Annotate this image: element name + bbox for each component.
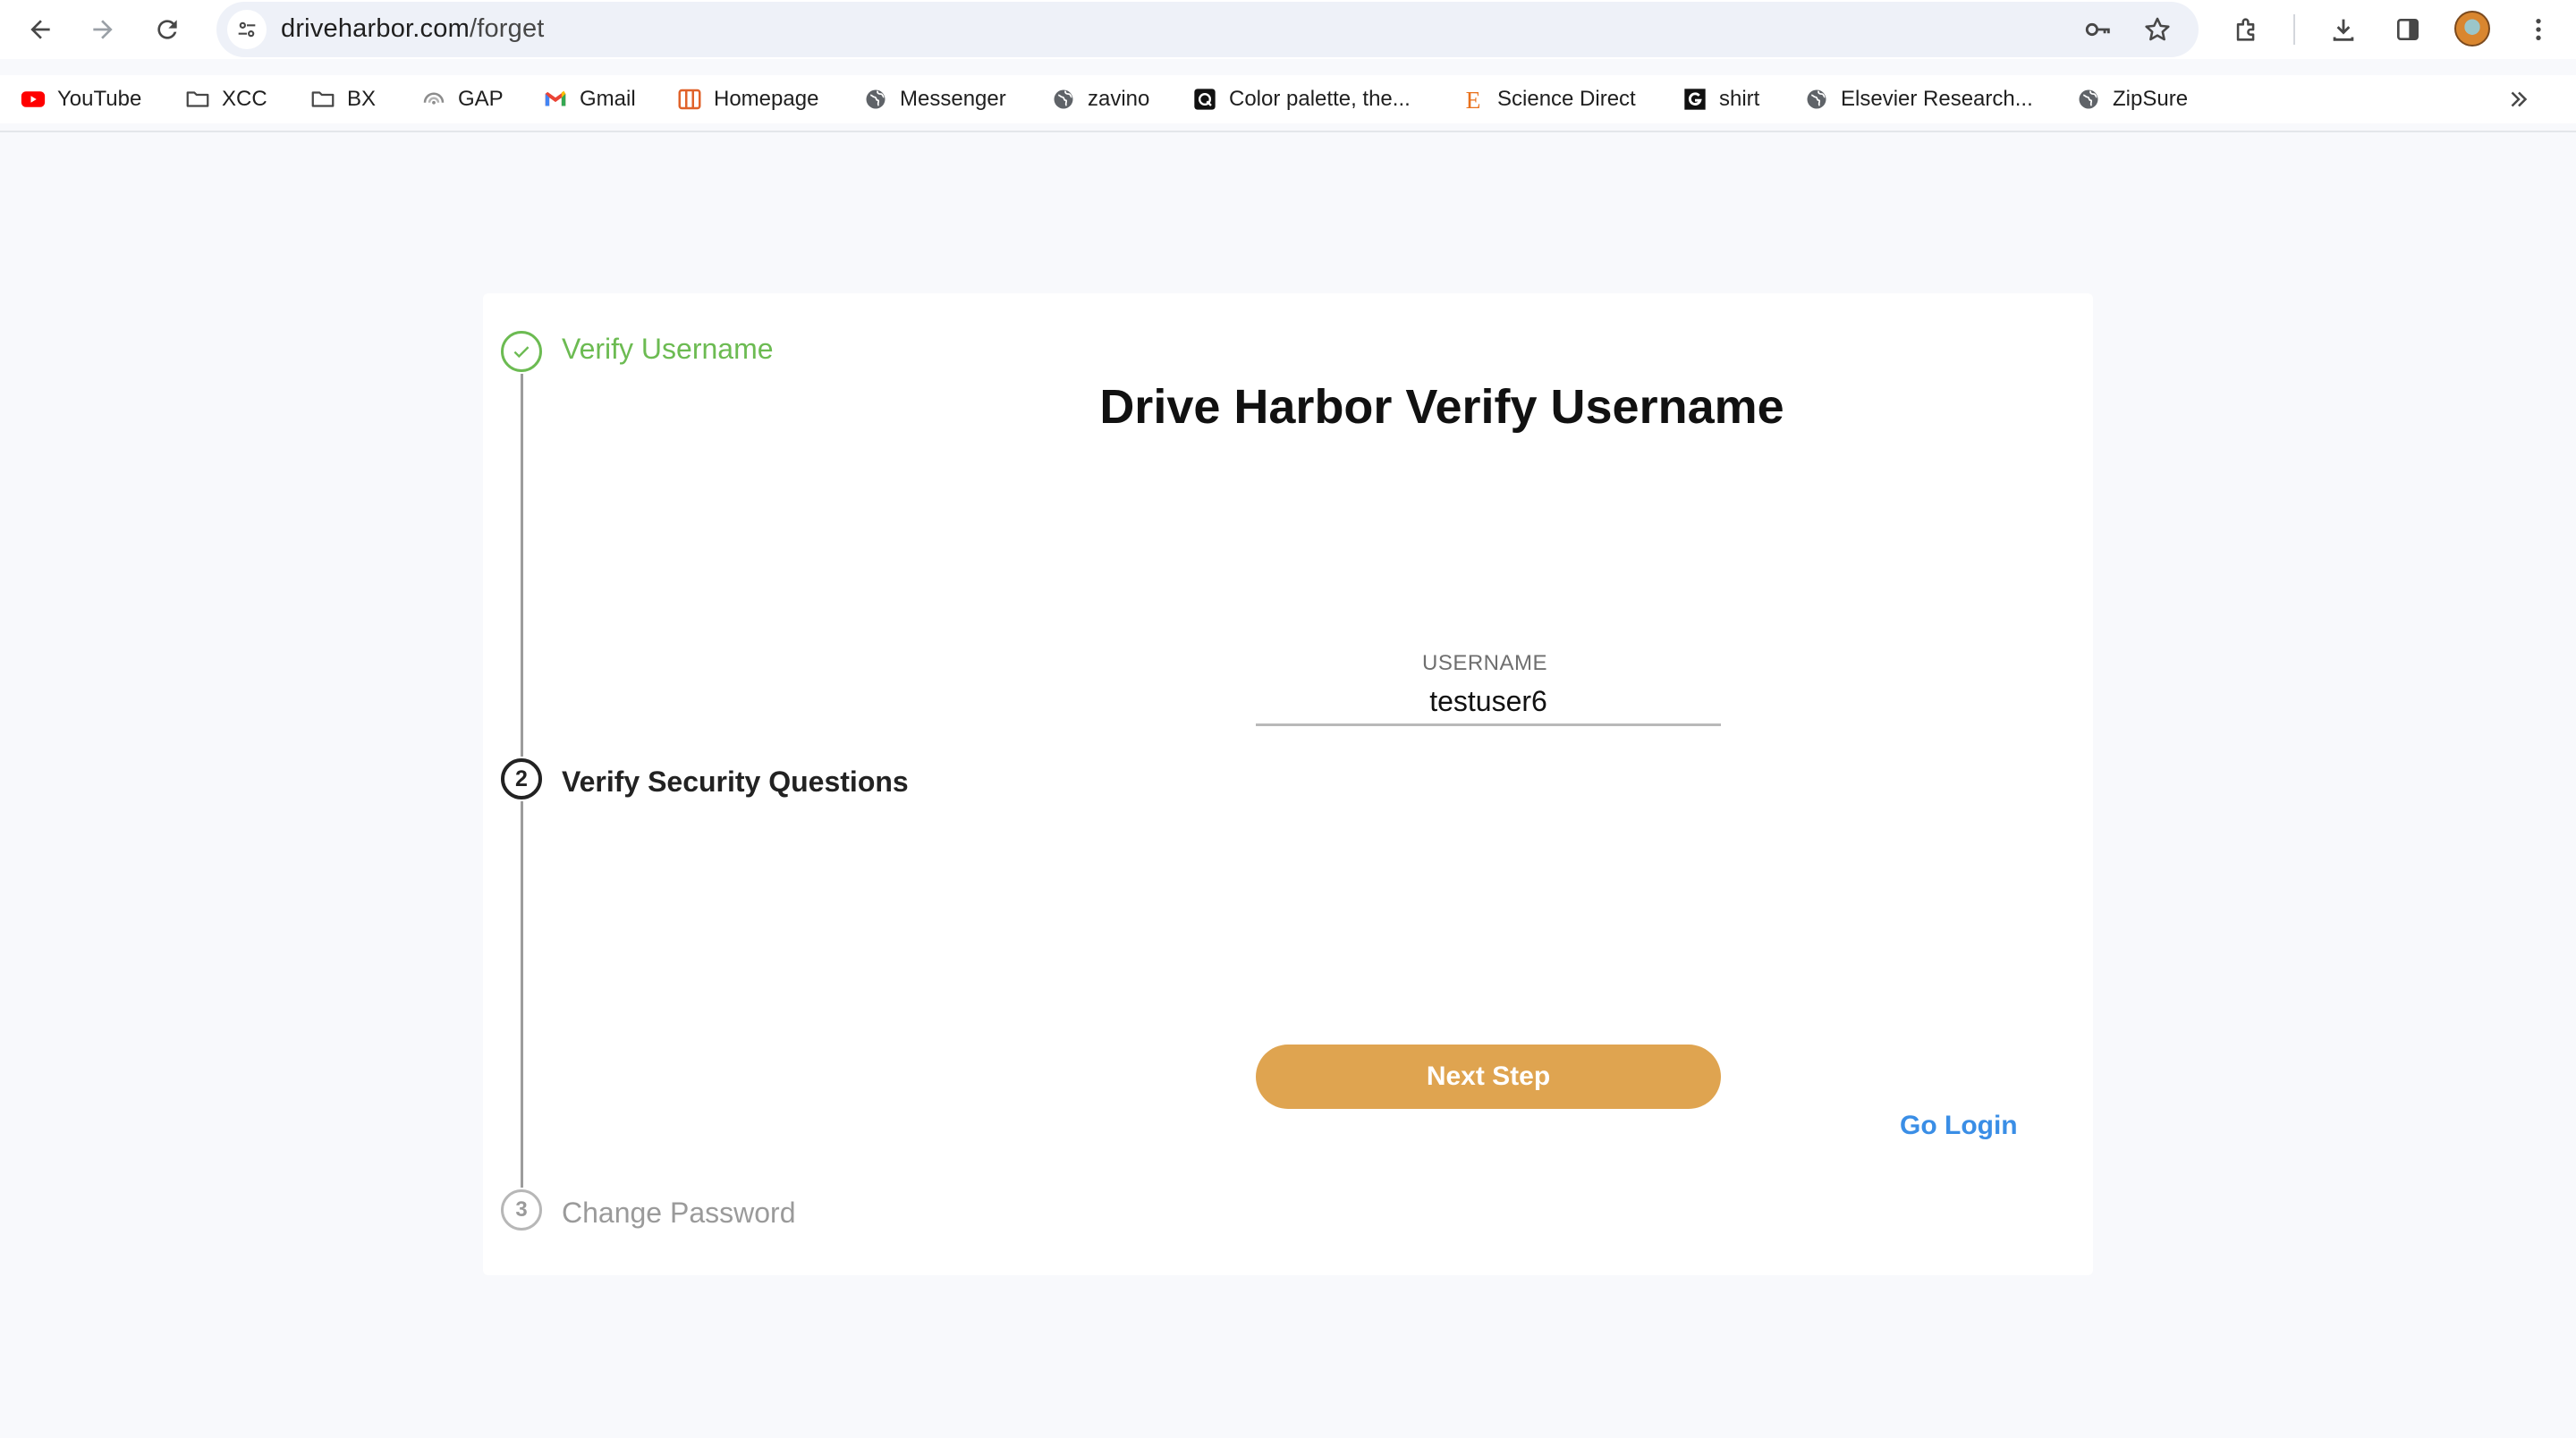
folder-icon	[309, 86, 336, 113]
bookmark-science-direct[interactable]: E Science Direct	[1460, 75, 1636, 123]
bookmark-homepage[interactable]: Homepage	[676, 75, 818, 123]
extensions-puzzle-icon[interactable]	[2229, 12, 2265, 47]
bookmark-xcc[interactable]: XCC	[184, 75, 267, 123]
youtube-icon	[20, 86, 47, 113]
bookmark-label: Color palette, the...	[1229, 87, 1411, 111]
step-3-indicator: 3	[501, 1189, 542, 1231]
profile-avatar[interactable]	[2454, 11, 2490, 47]
shirt-g-icon	[1682, 86, 1708, 113]
bookmark-label: Elsevier Research...	[1841, 87, 2033, 111]
reload-button[interactable]	[148, 11, 186, 48]
bookmark-shirt[interactable]: shirt	[1682, 75, 1759, 123]
toolbar-separator	[2293, 14, 2295, 45]
globe-icon	[2075, 86, 2102, 113]
back-button[interactable]	[21, 11, 59, 48]
bookmarks-bar: YouTube XCC BX GAP Gmail Homepage Messen…	[0, 75, 2576, 123]
side-panel-icon[interactable]	[2390, 12, 2426, 47]
bookmark-label: shirt	[1719, 87, 1760, 111]
bookmark-label: Gmail	[580, 87, 636, 111]
folder-icon	[184, 86, 211, 113]
bookmark-youtube[interactable]: YouTube	[20, 75, 141, 123]
color-palette-icon	[1191, 86, 1218, 113]
bookmark-label: ZipSure	[2113, 87, 2189, 111]
bookmark-elsevier[interactable]: Elsevier Research...	[1803, 75, 2033, 123]
bookmark-bx[interactable]: BX	[309, 75, 376, 123]
bookmark-label: Science Direct	[1497, 87, 1636, 111]
bookmark-gmail[interactable]: Gmail	[542, 75, 636, 123]
bookmark-label: Messenger	[900, 87, 1006, 111]
step-connector	[521, 801, 523, 1188]
bookmark-label: XCC	[222, 87, 267, 111]
address-bar[interactable]: driveharbor.com/forget	[216, 2, 2199, 57]
step-1-indicator	[501, 331, 542, 372]
bookmark-label: GAP	[458, 87, 504, 111]
science-direct-icon: E	[1460, 86, 1487, 113]
forget-password-card: Verify Username 2 Verify Security Questi…	[483, 293, 2093, 1275]
globe-icon	[1050, 86, 1077, 113]
username-label: USERNAME	[1421, 651, 1548, 675]
bookmark-label: YouTube	[57, 87, 142, 111]
double-chevron-right-icon	[2511, 91, 2528, 107]
bookmark-color-palette[interactable]: Color palette, the...	[1191, 75, 1411, 123]
url-domain: driveharbor.com	[281, 14, 470, 43]
bookmark-label: Homepage	[714, 87, 819, 111]
next-step-button[interactable]: Next Step	[1256, 1045, 1721, 1109]
checkmark-icon	[513, 346, 530, 359]
step-3-label: Change Password	[562, 1197, 796, 1229]
bookmark-label: zavino	[1088, 87, 1150, 111]
step-2-indicator: 2	[501, 758, 542, 799]
homepage-icon	[676, 86, 703, 113]
bookmark-zipsure[interactable]: ZipSure	[2075, 75, 2188, 123]
reload-icon	[157, 20, 177, 39]
tune-icon	[238, 21, 256, 38]
globe-icon	[1803, 86, 1830, 113]
forward-button[interactable]	[84, 11, 122, 48]
go-login-link[interactable]: Go Login	[1900, 1111, 2018, 1141]
gmail-icon	[542, 86, 569, 113]
step-1-label: Verify Username	[562, 333, 774, 365]
kebab-menu-icon[interactable]	[2521, 12, 2556, 47]
url-path: /forget	[469, 14, 545, 43]
password-key-icon[interactable]	[2082, 13, 2114, 46]
bookmarks-overflow-button[interactable]	[2501, 81, 2537, 117]
step-connector	[521, 374, 523, 757]
globe-icon	[862, 86, 889, 113]
downloads-icon[interactable]	[2326, 12, 2361, 47]
browser-toolbar: driveharbor.com/forget	[0, 0, 2576, 59]
url-text: driveharbor.com/forget	[281, 14, 545, 44]
site-info-button[interactable]	[227, 10, 267, 49]
svg-text:E: E	[1466, 86, 1481, 113]
page-title: Drive Harbor Verify Username	[1099, 380, 1784, 434]
bookmark-label: BX	[347, 87, 377, 111]
chrome-divider	[0, 131, 2576, 132]
bookmark-gap[interactable]: GAP	[420, 75, 504, 123]
back-arrow-icon	[30, 20, 50, 39]
username-input[interactable]	[1256, 680, 1721, 726]
gap-icon	[420, 86, 447, 113]
step-2-label: Verify Security Questions	[562, 766, 909, 798]
forward-arrow-icon	[93, 20, 113, 39]
bookmark-star-icon[interactable]	[2141, 13, 2174, 46]
bookmark-messenger[interactable]: Messenger	[862, 75, 1006, 123]
bookmark-zavino[interactable]: zavino	[1050, 75, 1149, 123]
